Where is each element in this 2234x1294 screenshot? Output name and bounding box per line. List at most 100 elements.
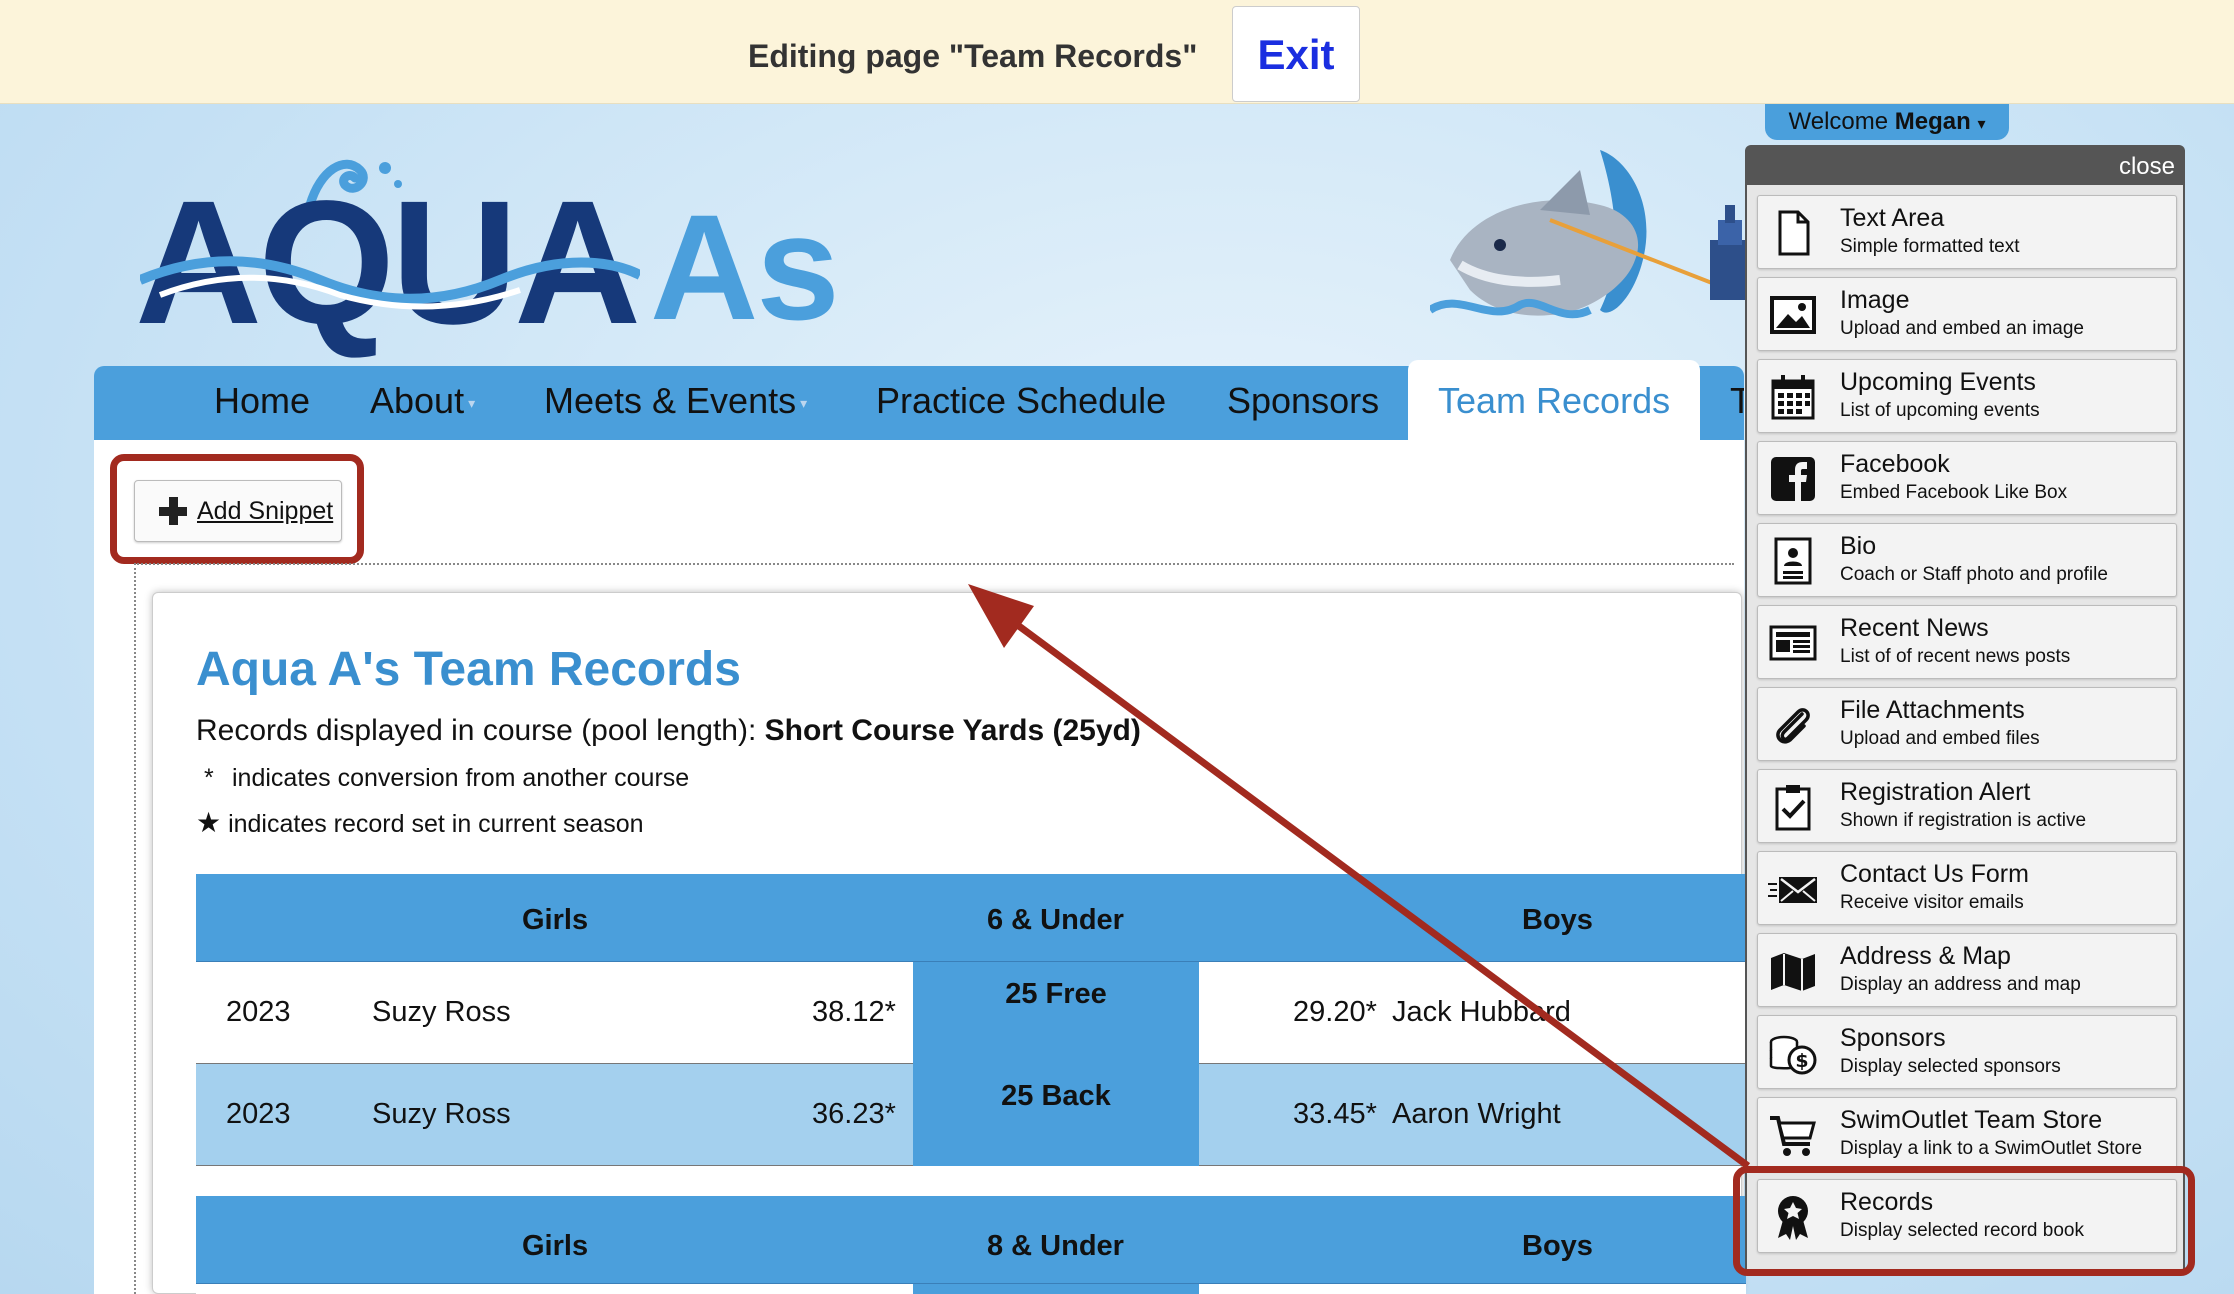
- nav-item-label: Meets & Events: [544, 380, 797, 421]
- welcome-prefix: Welcome: [1788, 108, 1889, 135]
- annotation-highlight-records: [1733, 1166, 2195, 1276]
- snippet-registration-alert[interactable]: Registration Alert Shown if registration…: [1757, 769, 2177, 843]
- plus-icon: [159, 497, 187, 525]
- wave-icon: [140, 256, 640, 310]
- boy-name: Aaron Wright: [1392, 1098, 1561, 1130]
- table-row: 2023 Suzy Ross 38.12* 25 Free 29.20* Jac…: [196, 962, 1746, 1064]
- note-current-text: indicates record set in current season: [228, 810, 644, 838]
- girl-name: Suzy Ross: [372, 1098, 511, 1130]
- image-icon: [1770, 296, 1816, 334]
- exit-button[interactable]: Exit: [1232, 6, 1360, 102]
- snippet-facebook[interactable]: Facebook Embed Facebook Like Box: [1757, 441, 2177, 515]
- snippet-name: Address & Map: [1840, 942, 2011, 970]
- nav-item-about[interactable]: About ▾: [370, 380, 475, 422]
- boys-header: Boys: [1522, 1230, 1593, 1262]
- girl-time: 38.12*: [812, 996, 896, 1028]
- records-course-prefix: Records displayed in course (pool length…: [196, 714, 765, 747]
- snippet-image[interactable]: Image Upload and embed an image: [1757, 277, 2177, 351]
- snippet-swimoutlet-team-store[interactable]: SwimOutlet Team Store Display a link to …: [1757, 1097, 2177, 1171]
- welcome-user-name: Megan: [1894, 108, 1971, 135]
- snippet-panel: close Text Area Simple formatted text Im…: [1745, 145, 2185, 1275]
- snippet-recent-news[interactable]: Recent News List of of recent news posts: [1757, 605, 2177, 679]
- snippet-desc: Receive visitor emails: [1840, 892, 2024, 913]
- welcome-menu[interactable]: Welcome Megan ▾: [1765, 104, 2009, 140]
- event-name: 25 Back: [913, 1064, 1199, 1166]
- snippet-desc: List of of recent news posts: [1840, 646, 2071, 667]
- nav-item-label: Practice Schedule: [876, 380, 1167, 421]
- paperclip-icon: [1776, 708, 1810, 744]
- boy-time: 33.45*: [1293, 1098, 1377, 1130]
- snippet-name: Contact Us Form: [1840, 860, 2029, 888]
- snippet-sponsors[interactable]: $ Sponsors Display selected sponsors: [1757, 1015, 2177, 1089]
- nav-item-label: Sponsors: [1227, 380, 1380, 421]
- snippet-name: SwimOutlet Team Store: [1840, 1106, 2103, 1134]
- record-year: 2023: [226, 1098, 291, 1130]
- clipboard-check-icon: [1775, 785, 1811, 831]
- add-snippet-label: Add Snippet: [197, 497, 334, 525]
- snippet-desc: Embed Facebook Like Box: [1840, 482, 2068, 503]
- girl-name: Suzy Ross: [372, 996, 511, 1028]
- snippet-desc: Shown if registration is active: [1840, 810, 2087, 831]
- editing-page-title: Editing page "Team Records": [748, 38, 1198, 74]
- star-icon: ★: [196, 807, 222, 838]
- event-name: 25 Free: [913, 962, 1199, 1064]
- snippet-name: Facebook: [1840, 450, 1950, 478]
- snippet-desc: Display an address and map: [1840, 974, 2081, 995]
- table-row: [196, 1284, 1746, 1294]
- id-card-icon: [1774, 537, 1812, 585]
- snippet-list: Text Area Simple formatted text Image Up…: [1747, 185, 2183, 1275]
- snippet-desc: List of upcoming events: [1840, 400, 2040, 421]
- girls-header: Girls: [522, 1230, 589, 1262]
- snippet-desc: Upload and embed an image: [1840, 318, 2085, 339]
- age-group-header: 8 & Under: [987, 1230, 1124, 1262]
- nav-item-label: Home: [214, 380, 311, 421]
- nav-item-label: T: [1730, 380, 1744, 421]
- records-title: Aqua A's Team Records: [196, 643, 741, 696]
- records-course: Records displayed in course (pool length…: [196, 714, 1141, 748]
- boy-name: Jack Hubbard: [1392, 996, 1571, 1028]
- records-course-value: Short Course Yards (25yd): [764, 714, 1141, 747]
- event-column-fill: [913, 1284, 1199, 1294]
- cart-icon: [1770, 1116, 1816, 1156]
- snippet-name: Registration Alert: [1840, 778, 2031, 806]
- add-snippet-button[interactable]: Add Snippet: [134, 480, 342, 542]
- note-current-season: ★ indicates record set in current season: [196, 806, 644, 839]
- snippet-bio[interactable]: Bio Coach or Staff photo and profile: [1757, 523, 2177, 597]
- snippet-text-area[interactable]: Text Area Simple formatted text: [1757, 195, 2177, 269]
- girls-header: Girls: [522, 904, 589, 936]
- chevron-down-icon: ▾: [1977, 116, 1986, 133]
- nav-item-meets-events[interactable]: Meets & Events ▾: [544, 380, 807, 422]
- table-header: Girls 6 & Under Boys: [196, 874, 1746, 962]
- snippet-upcoming-events[interactable]: Upcoming Events List of upcoming events: [1757, 359, 2177, 433]
- table-header: Girls 8 & Under Boys: [196, 1196, 1746, 1284]
- nav-item-label: About: [370, 380, 465, 421]
- table-row: 2023 Suzy Ross 36.23* 25 Back 33.45* Aar…: [196, 1064, 1746, 1166]
- boy-time: 29.20*: [1293, 996, 1377, 1028]
- chevron-down-icon: ▾: [468, 394, 476, 411]
- close-button[interactable]: close: [2119, 153, 2175, 181]
- snippet-name: Sponsors: [1840, 1024, 1946, 1052]
- snippet-name: Bio: [1840, 532, 1877, 560]
- nav-item-practice-schedule[interactable]: Practice Schedule: [876, 380, 1166, 422]
- nav-item-home[interactable]: Home: [214, 380, 310, 422]
- age-group-header: 6 & Under: [987, 904, 1124, 936]
- envelope-icon: [1768, 877, 1817, 903]
- boys-header: Boys: [1522, 904, 1593, 936]
- snippet-desc: Simple formatted text: [1840, 236, 2020, 257]
- snippet-desc: Coach or Staff photo and profile: [1840, 564, 2108, 585]
- note-conversion-text: indicates conversion from another course: [232, 764, 690, 792]
- snippet-file-attachments[interactable]: File Attachments Upload and embed files: [1757, 687, 2177, 761]
- facebook-icon: [1771, 457, 1815, 501]
- nav-item-sponsors[interactable]: Sponsors: [1227, 380, 1379, 422]
- logo-text-as: As: [650, 183, 840, 351]
- calendar-icon: [1771, 375, 1815, 420]
- snippet-name: Recent News: [1840, 614, 1989, 642]
- snippet-name: Upcoming Events: [1840, 368, 2036, 396]
- snippet-address-map[interactable]: Address & Map Display an address and map: [1757, 933, 2177, 1007]
- girl-time: 36.23*: [812, 1098, 896, 1130]
- nav-item-truncated[interactable]: T: [1730, 380, 1744, 422]
- nav-item-team-records[interactable]: Team Records: [1408, 360, 1700, 440]
- coins-icon: $: [1769, 1035, 1817, 1075]
- snippet-contact-us-form[interactable]: Contact Us Form Receive visitor emails: [1757, 851, 2177, 925]
- newspaper-icon: [1769, 625, 1817, 661]
